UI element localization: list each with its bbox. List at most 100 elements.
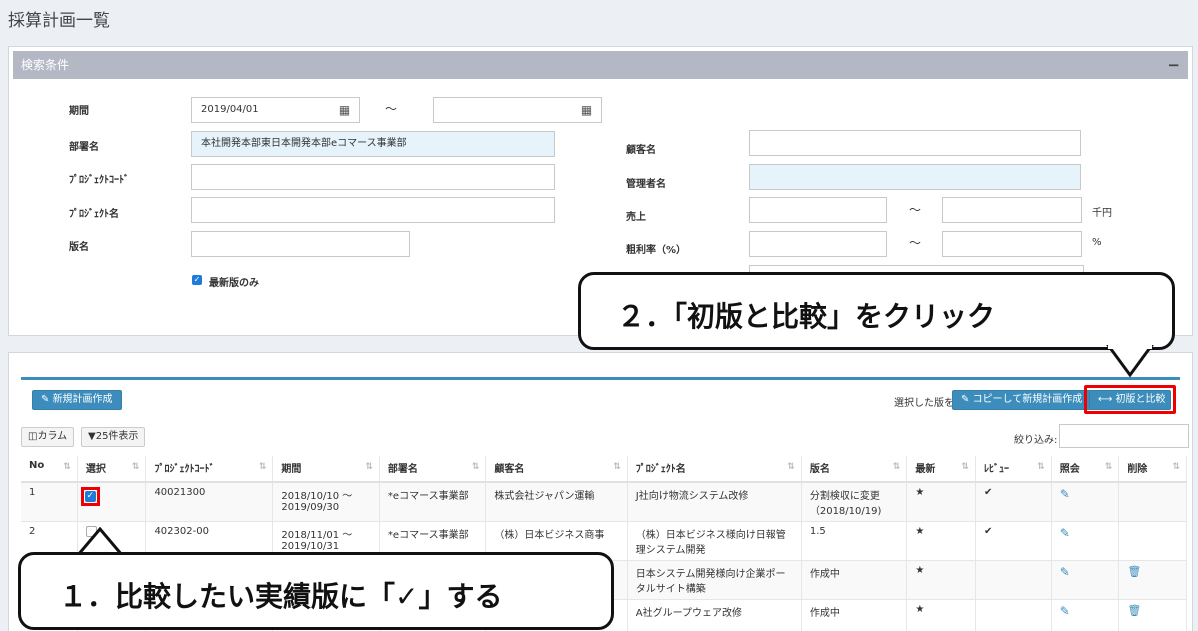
period-label: 期間 <box>69 106 89 117</box>
column-button[interactable]: ◫カラム <box>21 427 75 447</box>
sort-icon: ⇅ <box>258 462 267 472</box>
customer-input[interactable] <box>749 130 1081 156</box>
version-input[interactable] <box>191 231 410 257</box>
cell-project: 日本システム開発様向け企業ポータルサイト構築 <box>627 560 802 600</box>
compare-first-version-button[interactable]: ⟷ 初版と比較 <box>1089 390 1171 410</box>
sort-icon: ⇅ <box>1104 462 1113 472</box>
cell-version: 1.5 <box>801 521 908 561</box>
edit-icon[interactable]: ✎ <box>1060 604 1070 618</box>
period-to-input[interactable] <box>433 97 573 123</box>
cell-period: 2018/10/10 ～ 2019/09/30 <box>272 482 380 522</box>
copy-new-plan-button[interactable]: ✎ コピーして新規計画作成 <box>952 390 1092 410</box>
project-name-input[interactable] <box>191 197 555 223</box>
filter-label: 絞り込み: <box>1014 435 1058 446</box>
sort-icon: ⇅ <box>613 462 621 472</box>
customer-label: 顧客名 <box>626 145 656 156</box>
star-icon: ★ <box>906 560 976 600</box>
sort-icon: ⇅ <box>471 462 480 472</box>
collapse-icon[interactable]: − <box>1167 51 1180 79</box>
range-separator: 〜 <box>385 102 398 116</box>
new-plan-button[interactable]: ✎ 新規計画作成 <box>32 390 122 410</box>
selected-version-label: 選択した版を <box>894 398 954 409</box>
star-icon: ★ <box>906 521 976 561</box>
list-panel-accent-line <box>21 377 1180 380</box>
margin-unit: % <box>1092 237 1102 248</box>
manager-label: 管理者名 <box>626 179 666 190</box>
column-header[interactable]: 部署名 ⇅ <box>379 456 487 483</box>
latest-only-checkbox[interactable]: ✓ <box>192 275 202 285</box>
period-from-input[interactable]: 2019/04/01 <box>191 97 331 123</box>
search-panel-header[interactable]: 検索条件 − <box>13 51 1188 79</box>
column-header[interactable]: 顧客名 ⇅ <box>485 456 628 483</box>
callout-step2: ２．「初版と比較」をクリック <box>578 272 1175 350</box>
sort-icon: ⇅ <box>365 462 373 472</box>
cell-dept: *eコマース事業部 <box>379 482 487 522</box>
range-separator: 〜 <box>909 236 922 250</box>
sort-icon: ⇅ <box>787 462 795 472</box>
edit-icon[interactable]: ✎ <box>1060 526 1070 540</box>
cell-project: A社グループウェア改修 <box>627 599 802 631</box>
sort-icon: ⇅ <box>1172 462 1180 472</box>
cell-project: （株）日本ビジネス様向け日報管理システム開発 <box>627 521 802 561</box>
margin-label: 粗利率（%） <box>626 245 687 256</box>
column-header[interactable]: No ⇅ <box>21 456 78 483</box>
version-label: 版名 <box>69 242 89 253</box>
check-icon: ✔ <box>975 482 1052 522</box>
department-field[interactable]: 本社開発本部東日本開発本部eコマース事業部 <box>191 131 555 157</box>
edit-icon[interactable]: ✎ <box>1060 565 1070 579</box>
column-header[interactable]: ﾌﾟﾛｼﾞｪｸﾄｺｰﾄﾞ ⇅ <box>145 456 274 483</box>
table-row[interactable]: 1 ✓ 40021300 2018/10/10 ～ 2019/09/30 *eコ… <box>21 482 1187 522</box>
star-icon: ★ <box>906 599 976 631</box>
cell-project: J社向け物流システム改修 <box>627 482 802 522</box>
column-header[interactable]: 版名 ⇅ <box>801 456 908 483</box>
calendar-icon[interactable]: ▦ <box>330 97 360 123</box>
edit-icon[interactable]: ✎ <box>1060 487 1070 501</box>
table-header-row: No ⇅ 選択 ⇅ ﾌﾟﾛｼﾞｪｸﾄｺｰﾄﾞ ⇅ 期間 ⇅ 部署名 ⇅ 顧客名 ⇅ ﾌﾟﾛｼ… <box>21 456 1187 483</box>
project-code-input[interactable] <box>191 164 555 190</box>
filter-icon: ▼ <box>88 431 96 442</box>
callout-step2-text: ２．「初版と比較」をクリック <box>617 301 996 332</box>
column-header[interactable]: 削除 ⇅ <box>1118 456 1187 483</box>
cell-select[interactable]: ✓ <box>77 482 147 522</box>
column-header[interactable]: 最新 ⇅ <box>906 456 976 483</box>
trash-icon[interactable]: 🗑 <box>1127 604 1141 617</box>
range-separator: 〜 <box>909 203 922 217</box>
project-code-label: ﾌﾟﾛｼﾞｪｸﾄｺｰﾄﾞ <box>69 175 129 186</box>
manager-field[interactable] <box>749 164 1081 190</box>
margin-from-input[interactable] <box>749 231 887 257</box>
calendar-icon[interactable]: ▦ <box>572 97 602 123</box>
copy-new-plan-button-label: コピーして新規計画作成 <box>972 394 1083 405</box>
margin-to-input[interactable] <box>942 231 1082 257</box>
trash-icon[interactable]: 🗑 <box>1127 565 1141 578</box>
sales-to-input[interactable] <box>942 197 1082 223</box>
page-title: 採算計画一覧 <box>8 11 110 31</box>
column-header[interactable]: 選択 ⇅ <box>77 456 147 483</box>
sales-label: 売上 <box>626 212 646 223</box>
row-checkbox[interactable]: ✓ <box>84 491 96 502</box>
cell-version: 作成中 <box>801 599 908 631</box>
column-header[interactable]: ﾌﾟﾛｼﾞｪｸﾄ名 ⇅ <box>627 456 802 483</box>
column-button-label: カラム <box>37 431 68 442</box>
column-header[interactable]: 期間 ⇅ <box>272 456 380 483</box>
page-size-button-label: 25件表示 <box>95 431 139 442</box>
cell-code: 40021300 <box>145 482 274 522</box>
star-icon: ★ <box>906 482 976 522</box>
new-plan-button-label: 新規計画作成 <box>52 394 113 405</box>
cell-customer: 株式会社ジャパン運輸 <box>485 482 628 522</box>
page-size-button[interactable]: ▼25件表示 <box>81 427 146 447</box>
check-icon <box>975 599 1052 631</box>
callout-step1-text: １．比較したい実績版に「✓」する <box>59 581 503 612</box>
sort-icon: ⇅ <box>1037 462 1045 472</box>
search-header-label: 検索条件 <box>21 58 70 72</box>
latest-only-label: 最新版のみ <box>209 278 259 289</box>
sales-from-input[interactable] <box>749 197 887 223</box>
column-header[interactable]: 照会 ⇅ <box>1051 456 1120 483</box>
pencil-icon: ✎ <box>41 394 53 405</box>
select-highlight: ✓ <box>80 487 100 506</box>
sort-icon: ⇅ <box>131 462 140 472</box>
filter-input[interactable] <box>1059 424 1189 448</box>
column-header[interactable]: ﾚﾋﾞｭｰ ⇅ <box>975 456 1052 483</box>
cell-version: 分割検収に変更（2018/10/19) <box>801 482 908 522</box>
compare-button-label: 初版と比較 <box>1115 394 1166 405</box>
callout-step1: １．比較したい実績版に「✓」する <box>18 552 614 630</box>
